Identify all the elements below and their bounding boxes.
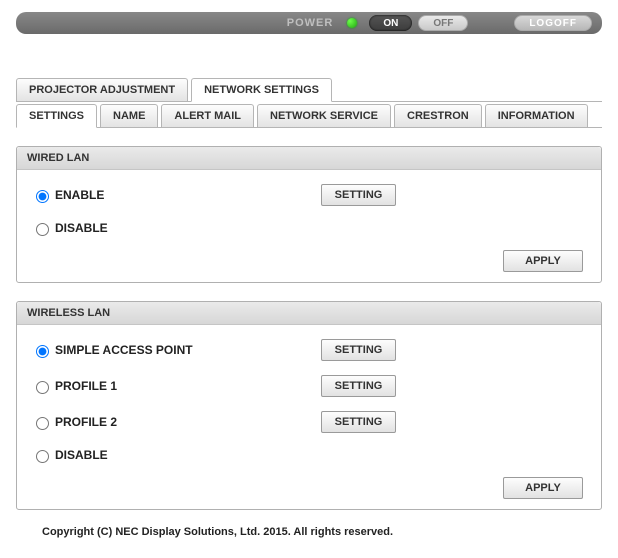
power-label: POWER <box>287 17 334 29</box>
wireless-simple-ap-label: SIMPLE ACCESS POINT <box>55 343 193 357</box>
wireless-profile2-setting-button[interactable]: SETTING <box>321 411 396 433</box>
logoff-button[interactable]: LOGOFF <box>514 15 592 31</box>
tab-network-settings[interactable]: NETWORK SETTINGS <box>191 78 332 102</box>
wired-disable-radio-input[interactable] <box>36 223 49 236</box>
power-off-button[interactable]: OFF <box>418 15 468 31</box>
wireless-simple-ap-radio-input[interactable] <box>36 345 49 358</box>
wireless-profile1-radio-input[interactable] <box>36 381 49 394</box>
wired-apply-button[interactable]: APPLY <box>503 250 583 272</box>
wired-enable-radio-input[interactable] <box>36 190 49 203</box>
wireless-lan-section: WIRELESS LAN SIMPLE ACCESS POINT SETTING… <box>16 301 602 510</box>
power-on-label: ON <box>369 15 412 31</box>
power-bar: POWER ON OFF LOGOFF <box>16 12 602 34</box>
wireless-profile1-label: PROFILE 1 <box>55 379 117 393</box>
wireless-lan-title: WIRELESS LAN <box>17 302 601 325</box>
wireless-profile2-label: PROFILE 2 <box>55 415 117 429</box>
wired-disable-label: DISABLE <box>55 221 108 235</box>
wireless-profile1-setting-button[interactable]: SETTING <box>321 375 396 397</box>
wireless-profile2-radio-input[interactable] <box>36 417 49 430</box>
wireless-disable-radio-input[interactable] <box>36 450 49 463</box>
wireless-apply-button[interactable]: APPLY <box>503 477 583 499</box>
subtab-network-service[interactable]: NETWORK SERVICE <box>257 104 391 127</box>
wireless-simple-ap-setting-button[interactable]: SETTING <box>321 339 396 361</box>
wired-disable-radio[interactable]: DISABLE <box>31 220 321 236</box>
wireless-simple-ap-radio[interactable]: SIMPLE ACCESS POINT <box>31 342 321 358</box>
wired-lan-section: WIRED LAN ENABLE SETTING DISABLE <box>16 146 602 283</box>
wireless-disable-radio[interactable]: DISABLE <box>31 447 321 463</box>
wireless-profile1-radio[interactable]: PROFILE 1 <box>31 378 321 394</box>
wired-lan-title: WIRED LAN <box>17 147 601 170</box>
subtab-information[interactable]: INFORMATION <box>485 104 588 127</box>
wired-enable-label: ENABLE <box>55 188 104 202</box>
wired-setting-button[interactable]: SETTING <box>321 184 396 206</box>
wireless-profile2-radio[interactable]: PROFILE 2 <box>31 414 321 430</box>
subtab-name[interactable]: NAME <box>100 104 158 127</box>
wireless-disable-label: DISABLE <box>55 448 108 462</box>
power-led-icon <box>347 18 357 28</box>
wired-enable-radio[interactable]: ENABLE <box>31 187 321 203</box>
power-on-button[interactable]: ON <box>347 15 412 31</box>
subtab-alert-mail[interactable]: ALERT MAIL <box>161 104 254 127</box>
subtab-settings[interactable]: SETTINGS <box>16 104 97 128</box>
subtab-crestron[interactable]: CRESTRON <box>394 104 482 127</box>
tab-projector-adjustment[interactable]: PROJECTOR ADJUSTMENT <box>16 78 188 101</box>
